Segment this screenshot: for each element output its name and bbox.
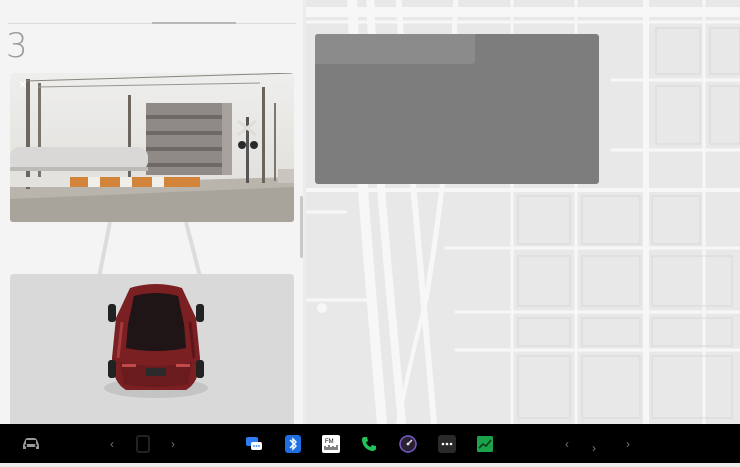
- camera-app-icon[interactable]: [397, 424, 419, 463]
- map-info-card-header: [315, 34, 475, 64]
- driver-panel: 3 ×: [0, 0, 303, 424]
- radio-icon[interactable]: FM: [320, 424, 342, 463]
- chevron-right-icon[interactable]: ›: [166, 424, 180, 463]
- phone-icon[interactable]: [358, 424, 380, 463]
- volume-right-icon[interactable]: ›: [621, 424, 635, 463]
- volume-indicator-icon: ›: [592, 440, 596, 455]
- car-visualization: [10, 274, 294, 424]
- speed-readout: 3: [6, 26, 28, 66]
- more-icon[interactable]: [436, 424, 458, 463]
- panel-pull-tab[interactable]: [152, 22, 236, 24]
- volume-left-icon[interactable]: ‹: [560, 424, 574, 463]
- panel-scrollbar[interactable]: [300, 196, 303, 258]
- climate-icon[interactable]: [132, 424, 154, 463]
- car-icon[interactable]: [20, 424, 42, 463]
- camera-image: [10, 73, 294, 222]
- bluetooth-icon[interactable]: [282, 424, 304, 463]
- car-model-icon: [104, 284, 208, 398]
- energy-icon[interactable]: [474, 424, 496, 463]
- radio-label: FM: [325, 439, 334, 445]
- map-info-card[interactable]: [315, 34, 599, 184]
- camera-feed[interactable]: ×: [10, 73, 294, 222]
- chevron-left-icon[interactable]: ‹: [105, 424, 119, 463]
- taskbar: ‹ › FM ‹ › ›: [0, 424, 740, 463]
- messages-icon[interactable]: [243, 424, 265, 463]
- close-camera-button[interactable]: ×: [14, 75, 32, 93]
